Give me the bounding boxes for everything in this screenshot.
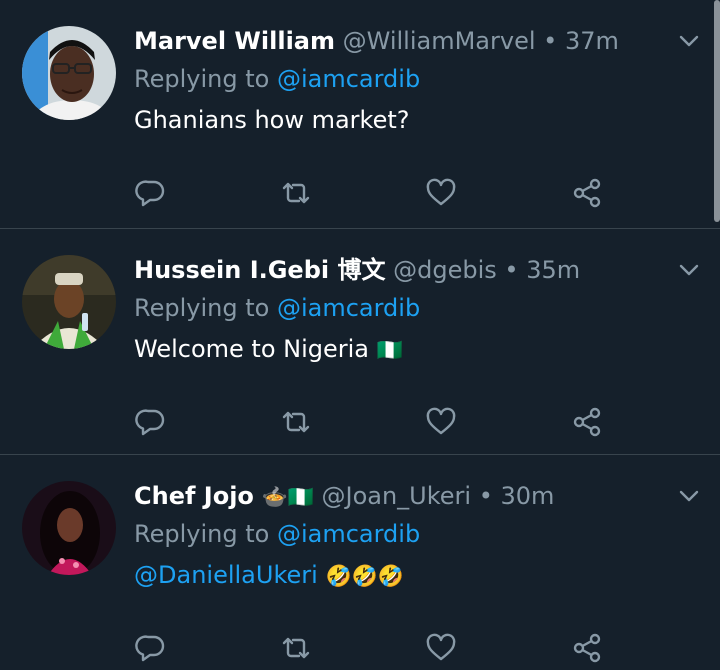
retweet-icon[interactable] bbox=[279, 631, 313, 665]
replying-to: Replying to @iamcardib bbox=[134, 291, 420, 325]
timeline: Marvel William @WilliamMarvel • 37m Repl… bbox=[0, 0, 720, 670]
replying-to-mention[interactable]: @iamcardib bbox=[277, 520, 420, 548]
retweet-icon[interactable] bbox=[279, 176, 313, 210]
user-handle[interactable]: @Joan_Ukeri bbox=[321, 482, 471, 510]
chevron-down-icon[interactable] bbox=[676, 485, 702, 507]
tweet[interactable]: Chef Jojo 🍲🇳🇬 @Joan_Ukeri • 30m Replying… bbox=[0, 455, 720, 670]
heart-icon[interactable] bbox=[424, 405, 458, 439]
tweet-header: Hussein I.Gebi 博文 @dgebis • 35m bbox=[134, 253, 580, 287]
tweet-body-text: Welcome to Nigeria bbox=[134, 335, 369, 363]
replying-to: Replying to @iamcardib bbox=[134, 62, 420, 96]
avatar[interactable] bbox=[22, 26, 116, 120]
replying-to-mention[interactable]: @iamcardib bbox=[277, 294, 420, 322]
heart-icon[interactable] bbox=[424, 176, 458, 210]
tweet-header: Marvel William @WilliamMarvel • 37m bbox=[134, 24, 619, 58]
user-handle[interactable]: @WilliamMarvel bbox=[343, 27, 536, 55]
reply-icon[interactable] bbox=[134, 631, 168, 665]
reply-icon[interactable] bbox=[134, 405, 168, 439]
replying-to-label: Replying to bbox=[134, 65, 277, 93]
separator-dot: • bbox=[504, 256, 519, 284]
name-emoji: 🍲🇳🇬 bbox=[261, 485, 314, 509]
timestamp[interactable]: 35m bbox=[526, 256, 580, 284]
replying-to-mention[interactable]: @iamcardib bbox=[277, 65, 420, 93]
separator-dot: • bbox=[478, 482, 493, 510]
timestamp[interactable]: 37m bbox=[565, 27, 619, 55]
replying-to: Replying to @iamcardib bbox=[134, 517, 420, 551]
timestamp[interactable]: 30m bbox=[501, 482, 555, 510]
reply-icon[interactable] bbox=[134, 176, 168, 210]
replying-to-label: Replying to bbox=[134, 520, 277, 548]
tweet-actions bbox=[0, 631, 720, 667]
display-name[interactable]: Chef Jojo bbox=[134, 482, 254, 510]
tweet-text: @DaniellaUkeri 🤣🤣🤣 bbox=[134, 558, 404, 593]
nigeria-flag-emoji: 🇳🇬 bbox=[376, 338, 403, 362]
avatar[interactable] bbox=[22, 481, 116, 575]
display-name[interactable]: Marvel William bbox=[134, 27, 335, 55]
tweet-text: Ghanians how market? bbox=[134, 103, 410, 137]
tweet-actions bbox=[0, 176, 720, 212]
tweet-actions bbox=[0, 405, 720, 441]
laughing-emoji: 🤣🤣🤣 bbox=[325, 564, 404, 588]
share-icon[interactable] bbox=[571, 631, 605, 665]
share-icon[interactable] bbox=[571, 176, 605, 210]
tweet-body-text: Ghanians how market? bbox=[134, 106, 410, 134]
display-name[interactable]: Hussein I.Gebi 博文 bbox=[134, 256, 385, 284]
tweet-text: Welcome to Nigeria 🇳🇬 bbox=[134, 332, 403, 367]
avatar[interactable] bbox=[22, 255, 116, 349]
retweet-icon[interactable] bbox=[279, 405, 313, 439]
tweet[interactable]: Hussein I.Gebi 博文 @dgebis • 35m Replying… bbox=[0, 229, 720, 455]
separator-dot: • bbox=[543, 27, 558, 55]
share-icon[interactable] bbox=[571, 405, 605, 439]
tweet[interactable]: Marvel William @WilliamMarvel • 37m Repl… bbox=[0, 0, 720, 229]
heart-icon[interactable] bbox=[424, 631, 458, 665]
chevron-down-icon[interactable] bbox=[676, 259, 702, 281]
tweet-header: Chef Jojo 🍲🇳🇬 @Joan_Ukeri • 30m bbox=[134, 479, 554, 513]
chevron-down-icon[interactable] bbox=[676, 30, 702, 52]
replying-to-label: Replying to bbox=[134, 294, 277, 322]
tweet-body-mention[interactable]: @DaniellaUkeri bbox=[134, 561, 318, 589]
user-handle[interactable]: @dgebis bbox=[393, 256, 497, 284]
